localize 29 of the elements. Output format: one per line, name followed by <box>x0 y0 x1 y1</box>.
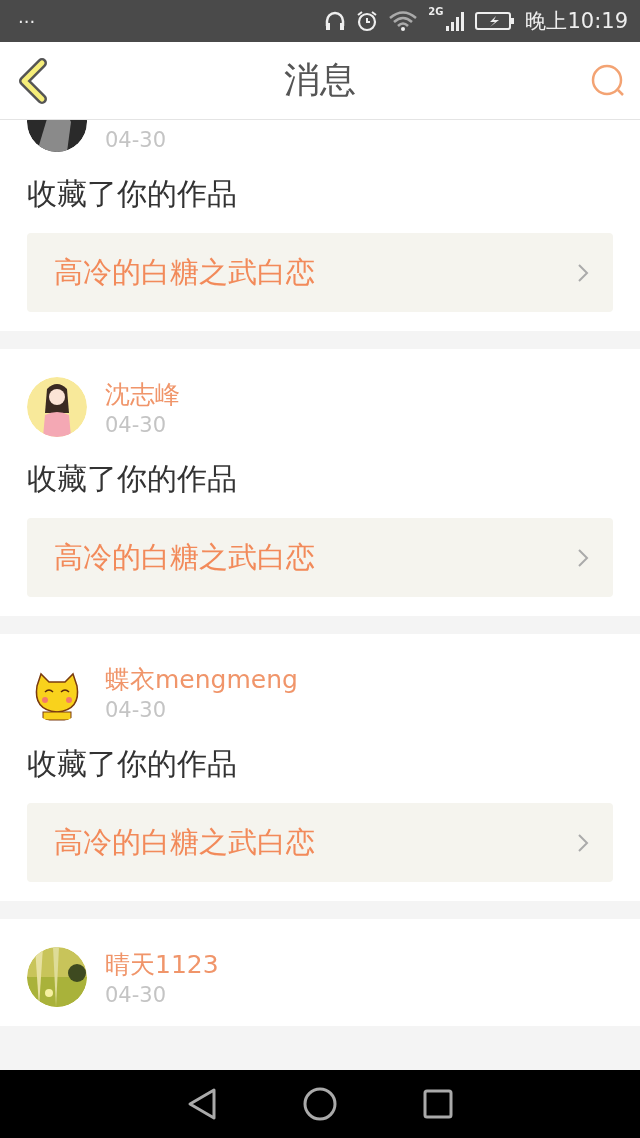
signal-icon <box>445 10 466 32</box>
page-title: 消息 <box>284 58 356 102</box>
home-nav-button[interactable] <box>303 1087 337 1121</box>
work-link[interactable]: 高冷的白糖之武白恋 <box>27 518 613 597</box>
back-button[interactable] <box>16 57 50 104</box>
user-name[interactable]: 沈志峰 <box>105 378 180 411</box>
chevron-right-icon <box>577 547 589 568</box>
back-nav-button[interactable] <box>187 1087 217 1121</box>
alarm-clock-icon <box>356 10 379 32</box>
message-text: 收藏了你的作品 <box>27 745 238 783</box>
message-date: 04-30 <box>105 128 167 152</box>
message-text: 收藏了你的作品 <box>27 175 238 213</box>
network-label: 2G <box>428 6 444 17</box>
clock-time: 晚上10:19 <box>525 8 628 35</box>
user-name[interactable]: 蝶衣mengmeng <box>105 663 298 696</box>
headphones-icon <box>324 10 347 32</box>
chevron-right-icon <box>577 832 589 853</box>
more-dots: ··· <box>18 10 37 32</box>
battery-charging-icon <box>475 10 516 32</box>
message-date: 04-30 <box>105 413 168 437</box>
message-date: 04-30 <box>105 698 168 722</box>
user-name[interactable]: 晴天1123 <box>105 948 219 981</box>
work-link[interactable]: 高冷的白糖之武白恋 <box>27 233 613 312</box>
chevron-right-icon <box>577 262 589 283</box>
message-text: 收藏了你的作品 <box>27 460 238 498</box>
work-link[interactable]: 高冷的白糖之武白恋 <box>27 803 613 882</box>
wifi-icon <box>388 10 419 32</box>
message-date: 04-30 <box>105 983 168 1007</box>
recents-nav-button[interactable] <box>423 1089 453 1119</box>
